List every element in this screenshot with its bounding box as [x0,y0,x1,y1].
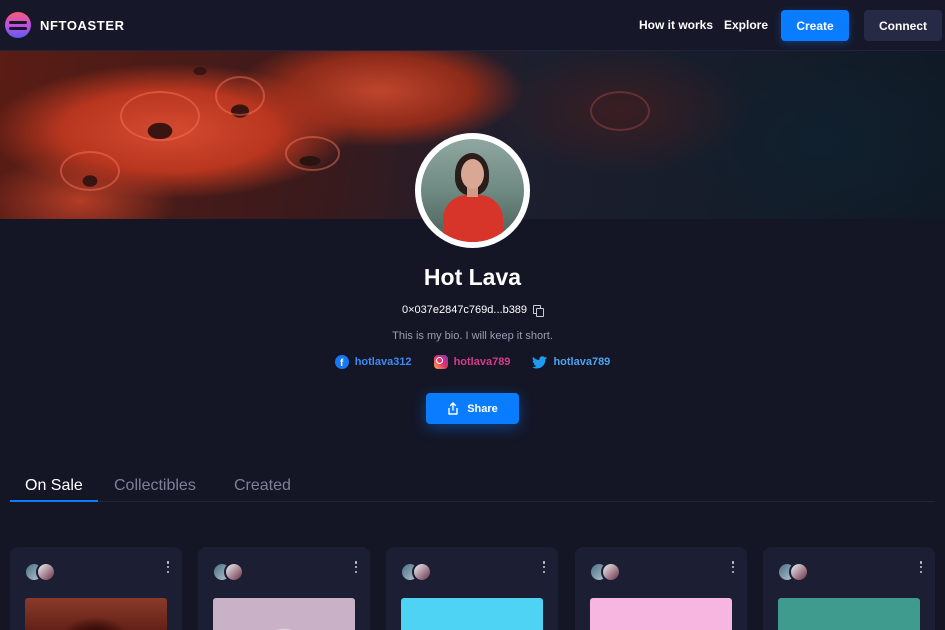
instagram-link[interactable]: hotlava789 [433,355,511,369]
share-button[interactable]: Share [426,393,519,424]
profile-name: Hot Lava [423,264,522,290]
more-menu-icon[interactable] [919,561,923,573]
twitter-handle: hotlava789 [553,356,611,368]
wallet-address: 0×037e2847c769d...b389 [401,304,528,316]
banner-swirl [60,151,120,191]
nft-card[interactable] [10,547,182,630]
banner-swirl [215,76,265,116]
nft-card[interactable] [763,547,935,630]
share-icon [448,402,458,415]
share-label: Share [467,402,498,415]
card-owner-avatars [400,562,436,582]
more-menu-icon[interactable] [166,561,170,573]
instagram-handle: hotlava789 [453,356,511,368]
nft-thumbnail[interactable] [213,598,355,630]
nft-card[interactable] [386,547,558,630]
avatar [224,562,244,582]
social-links: f hotlava312 hotlava789 hotlava789 [0,355,945,369]
nav-explore[interactable]: Explore [724,18,768,32]
profile-bio: This is my bio. I will keep it short. [392,330,553,342]
card-owner-avatars [212,562,248,582]
twitter-link[interactable]: hotlava789 [532,355,610,369]
nav-how-it-works[interactable]: How it works [639,18,713,32]
card-owner-avatars [589,562,625,582]
nft-card[interactable] [575,547,747,630]
facebook-handle: hotlava312 [354,356,412,368]
profile-avatar [415,133,530,248]
banner-swirl [120,91,200,141]
logo-icon [5,12,31,38]
active-tab-indicator [10,500,98,502]
card-owner-avatars [777,562,813,582]
twitter-icon [532,355,548,368]
tab-created[interactable]: Created [234,477,291,495]
nft-thumbnail[interactable] [401,598,543,630]
nft-thumbnail[interactable] [25,598,167,630]
more-menu-icon[interactable] [354,561,358,573]
logo[interactable]: NFTOASTER [5,12,125,38]
banner-swirl [590,91,650,131]
nft-thumbnail[interactable] [590,598,732,630]
facebook-icon: f [334,355,349,369]
banner-swirl [285,136,340,171]
avatar [601,562,621,582]
nft-card[interactable] [198,547,370,630]
avatar-photo [421,139,524,242]
more-menu-icon[interactable] [731,561,735,573]
connect-button[interactable]: Connect [864,10,942,41]
wallet-address-row: 0×037e2847c769d...b389 [0,304,945,317]
create-button[interactable]: Create [781,10,849,41]
instagram-icon [433,355,448,369]
more-menu-icon[interactable] [542,561,546,573]
tab-on-sale[interactable]: On Sale [25,477,83,495]
logo-text: NFTOASTER [40,17,125,33]
avatar [789,562,809,582]
copy-icon[interactable] [533,304,545,317]
nft-thumbnail[interactable] [778,598,920,630]
facebook-link[interactable]: f hotlava312 [334,355,412,369]
tab-collectibles[interactable]: Collectibles [114,477,196,495]
profile-tabs: On Sale Collectibles Created [10,470,935,502]
avatar [36,562,56,582]
top-navbar: NFTOASTER How it works Explore Create Co… [0,0,945,51]
card-owner-avatars [24,562,60,582]
avatar [412,562,432,582]
